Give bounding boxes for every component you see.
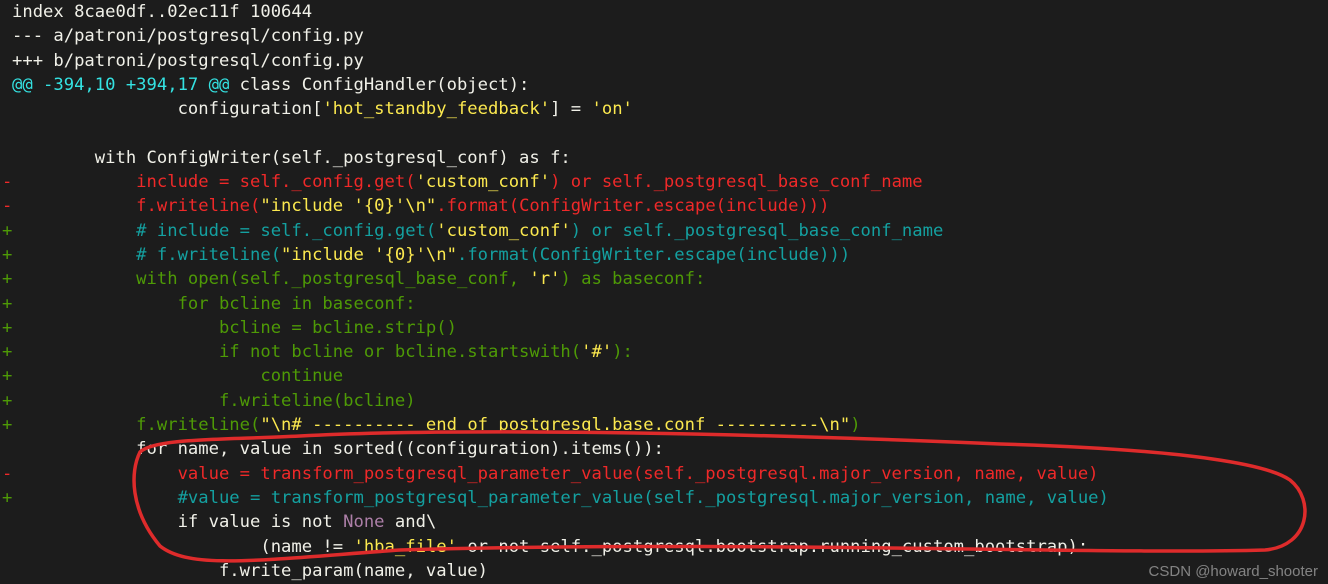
diff-line: for name, value in sorted((configuration… xyxy=(2,437,1326,461)
diff-marker: + xyxy=(2,486,12,510)
diff-line: configuration['hot_standby_feedback'] = … xyxy=(2,97,1326,121)
diff-line: + #value = transform_postgresql_paramete… xyxy=(2,486,1326,510)
diff-text-segment: @@ -394,10 +394,17 @@ xyxy=(12,75,240,95)
diff-marker: - xyxy=(2,194,12,218)
diff-text-segment: ] = xyxy=(550,99,591,119)
diff-marker xyxy=(2,146,12,170)
diff-marker: - xyxy=(2,170,12,194)
diff-text-segment: ) or self._postgresql_base_conf_name xyxy=(571,221,944,241)
diff-text-segment: '#' xyxy=(581,342,612,362)
diff-text-segment: "include '{0}'\n" xyxy=(281,245,457,265)
diff-text-segment: "include '{0}'\n" xyxy=(260,196,436,216)
diff-text-segment: class ConfigHandler(object): xyxy=(240,75,530,95)
diff-text-segment: 'custom_conf' xyxy=(416,172,551,192)
diff-line: (name != 'hba_file' or not self._postgre… xyxy=(2,535,1326,559)
diff-output: index 8cae0df..02ec11f 100644 --- a/patro… xyxy=(0,0,1328,583)
diff-text-segment: .format(ConfigWriter.escape(include))) xyxy=(457,245,850,265)
diff-line: + f.writeline("\n# ---------- end of pos… xyxy=(2,413,1326,437)
diff-marker xyxy=(2,121,12,145)
diff-line: index 8cae0df..02ec11f 100644 xyxy=(2,0,1326,24)
diff-text-segment: 'r' xyxy=(529,269,560,289)
diff-marker: + xyxy=(2,243,12,267)
diff-marker xyxy=(2,510,12,534)
diff-text-segment: f.writeline( xyxy=(12,415,260,435)
diff-text-segment: #value = transform_postgresql_parameter_… xyxy=(12,488,1109,508)
diff-text-segment: # f.writeline( xyxy=(12,245,281,265)
diff-text-segment: 'custom_conf' xyxy=(436,221,571,241)
diff-marker: - xyxy=(2,462,12,486)
diff-text-segment: f.write_param(name, value) xyxy=(12,561,488,581)
diff-text-segment: f.writeline(bcline) xyxy=(12,391,416,411)
diff-line: + f.writeline(bcline) xyxy=(2,389,1326,413)
diff-line: - f.writeline("include '{0}'\n".format(C… xyxy=(2,194,1326,218)
diff-line: + with open(self._postgresql_base_conf, … xyxy=(2,267,1326,291)
diff-text-segment xyxy=(12,123,22,143)
diff-text-segment: or not self._postgresql.bootstrap.runnin… xyxy=(457,537,1088,557)
diff-text-segment: include = self._config.get( xyxy=(12,172,416,192)
diff-text-segment: and\ xyxy=(385,512,437,532)
diff-text-segment: value = transform_postgresql_parameter_v… xyxy=(12,464,1099,484)
diff-marker xyxy=(2,535,12,559)
diff-marker: + xyxy=(2,389,12,413)
diff-marker: + xyxy=(2,267,12,291)
diff-marker: + xyxy=(2,316,12,340)
diff-marker xyxy=(2,97,12,121)
diff-text-segment: ) as baseconf: xyxy=(560,269,705,289)
diff-marker: + xyxy=(2,292,12,316)
diff-text-segment: 'hot_standby_feedback' xyxy=(322,99,550,119)
diff-text-segment: for name, value in sorted((configuration… xyxy=(12,439,664,459)
diff-marker: + xyxy=(2,340,12,364)
diff-line: @@ -394,10 +394,17 @@ class ConfigHandle… xyxy=(2,73,1326,97)
diff-marker xyxy=(2,559,12,583)
diff-text-segment: if value is not xyxy=(12,512,343,532)
diff-text-segment: configuration[ xyxy=(12,99,322,119)
diff-line: +++ b/patroni/postgresql/config.py xyxy=(2,49,1326,73)
diff-text-segment: --- a/patroni/postgresql/config.py xyxy=(12,26,364,46)
diff-text-segment: if not bcline or bcline.startswith( xyxy=(12,342,581,362)
diff-line: + # include = self._config.get('custom_c… xyxy=(2,219,1326,243)
diff-line: + for bcline in baseconf: xyxy=(2,292,1326,316)
diff-line: with ConfigWriter(self._postgresql_conf)… xyxy=(2,146,1326,170)
diff-text-segment: continue xyxy=(12,366,343,386)
diff-text-segment: (name != xyxy=(12,537,353,557)
diff-line: + continue xyxy=(2,364,1326,388)
diff-text-segment: for bcline in baseconf: xyxy=(12,294,416,314)
diff-line: if value is not None and\ xyxy=(2,510,1326,534)
diff-text-segment: 'hba_file' xyxy=(353,537,456,557)
diff-text-segment: f.writeline( xyxy=(12,196,260,216)
diff-text-segment: +++ b/patroni/postgresql/config.py xyxy=(12,51,364,71)
diff-line: - value = transform_postgresql_parameter… xyxy=(2,462,1326,486)
diff-line: + bcline = bcline.strip() xyxy=(2,316,1326,340)
diff-text-segment: index 8cae0df..02ec11f 100644 xyxy=(12,2,312,22)
diff-line: + if not bcline or bcline.startswith('#'… xyxy=(2,340,1326,364)
diff-text-segment: None xyxy=(343,512,384,532)
watermark: CSDN @howard_shooter xyxy=(1149,563,1318,580)
diff-text-segment: with ConfigWriter(self._postgresql_conf)… xyxy=(12,148,571,168)
diff-marker: + xyxy=(2,413,12,437)
diff-text-segment: 'on' xyxy=(592,99,633,119)
diff-text-segment: ) or self._postgresql_base_conf_name xyxy=(550,172,923,192)
diff-text-segment: ) xyxy=(850,415,860,435)
diff-text-segment: .format(ConfigWriter.escape(include))) xyxy=(436,196,829,216)
diff-text-segment: bcline = bcline.strip() xyxy=(12,318,457,338)
diff-line: f.write_param(name, value) xyxy=(2,559,1326,583)
diff-marker: + xyxy=(2,219,12,243)
diff-line: - include = self._config.get('custom_con… xyxy=(2,170,1326,194)
diff-text-segment: "\n# ---------- end of postgresql.base.c… xyxy=(260,415,850,435)
diff-text-segment: ): xyxy=(612,342,633,362)
diff-line: + # f.writeline("include '{0}'\n".format… xyxy=(2,243,1326,267)
diff-marker xyxy=(2,437,12,461)
diff-line: --- a/patroni/postgresql/config.py xyxy=(2,24,1326,48)
diff-text-segment: with open(self._postgresql_base_conf, xyxy=(12,269,529,289)
diff-marker: + xyxy=(2,364,12,388)
diff-text-segment: # include = self._config.get( xyxy=(12,221,436,241)
diff-line xyxy=(2,121,1326,145)
